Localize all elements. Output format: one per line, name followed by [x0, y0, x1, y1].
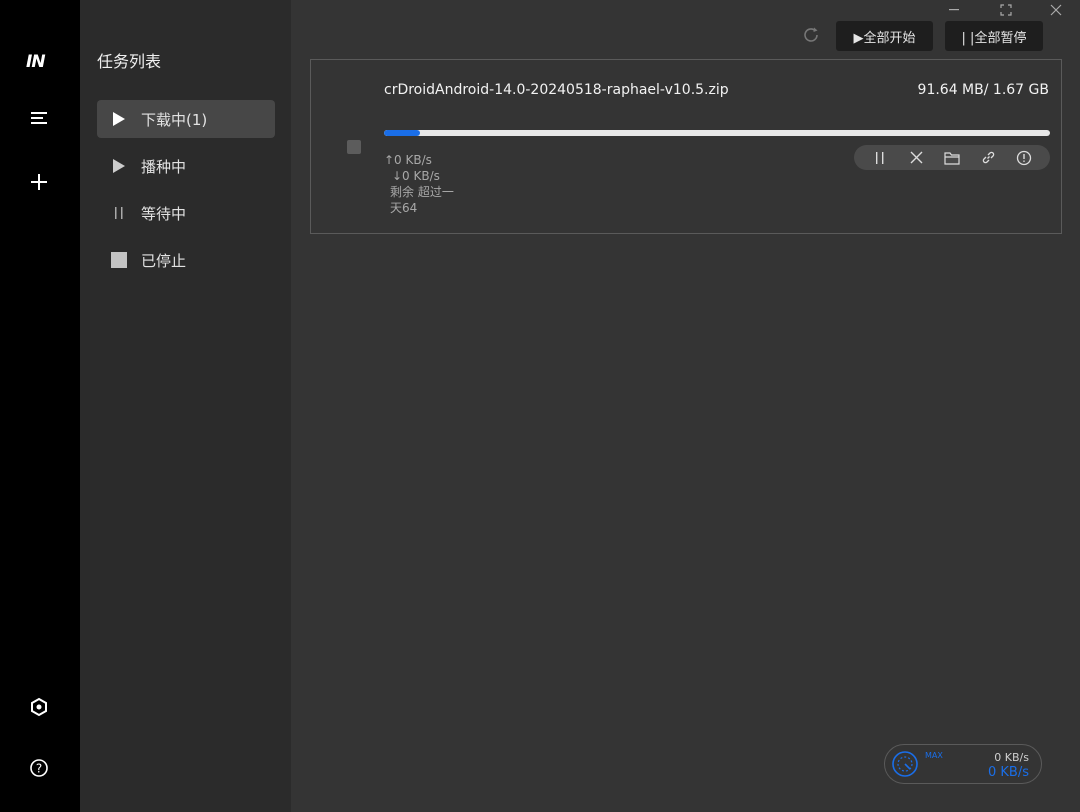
nav-item-stopped[interactable]: 已停止	[97, 241, 275, 279]
upload-speed: ↑0 KB/s	[384, 153, 432, 167]
start-all-button[interactable]: ▶全部开始	[836, 21, 933, 51]
nav-item-seeding[interactable]: 播种中	[97, 147, 275, 185]
panel-title: 任务列表	[97, 52, 162, 71]
remaining-time: 剩余 超过一	[390, 185, 454, 199]
nav-item-label: 下载中(1)	[141, 110, 208, 129]
delete-icon[interactable]	[906, 148, 926, 168]
speed-widget[interactable]: MAX 0 KB/s 0 KB/s	[884, 744, 1042, 784]
plus-icon[interactable]	[28, 171, 50, 193]
minimize-button[interactable]	[940, 0, 968, 20]
pause-all-button[interactable]: | |全部暂停	[945, 21, 1043, 51]
progress-fill	[384, 130, 420, 136]
task-stats: ↑0 KB/s ↓0 KB/s 剩余 超过一 天64	[384, 152, 454, 216]
speedometer-icon	[892, 751, 918, 777]
app-logo: IN	[26, 52, 46, 72]
remaining-time-cont: 天64	[390, 201, 418, 215]
pause-icon[interactable]	[870, 148, 890, 168]
task-size: 91.64 MB/ 1.67 GB	[917, 82, 1049, 98]
total-download-speed: 0 KB/s	[988, 765, 1029, 780]
task-name: crDroidAndroid-14.0-20240518-raphael-v10…	[384, 82, 729, 98]
task-card[interactable]: crDroidAndroid-14.0-20240518-raphael-v10…	[310, 59, 1062, 234]
download-speed: ↓0 KB/s	[392, 169, 440, 183]
menu-icon[interactable]	[28, 107, 50, 129]
max-label: MAX	[925, 751, 943, 760]
nav-item-waiting[interactable]: 等待中	[97, 194, 275, 232]
nav-item-downloading[interactable]: 下载中(1)	[97, 100, 275, 138]
task-list-panel: 任务列表 下载中(1) 播种中 等待中 已停止	[80, 0, 291, 812]
nav-item-label: 已停止	[141, 251, 187, 270]
icon-rail: IN ?	[0, 0, 80, 812]
folder-icon[interactable]	[942, 148, 962, 168]
maximize-button[interactable]	[992, 0, 1020, 20]
pause-icon	[111, 205, 127, 221]
stop-icon	[111, 252, 127, 268]
task-checkbox[interactable]	[347, 140, 361, 154]
task-actions	[854, 145, 1050, 170]
progress-bar	[384, 130, 1050, 136]
settings-icon[interactable]	[28, 696, 50, 718]
play-icon	[111, 111, 127, 127]
help-icon[interactable]: ?	[28, 757, 50, 779]
close-button[interactable]	[1042, 0, 1070, 20]
total-upload-speed: 0 KB/s	[994, 751, 1029, 764]
play-icon	[111, 158, 127, 174]
nav-item-label: 等待中	[141, 204, 187, 223]
svg-text:?: ?	[36, 762, 42, 776]
refresh-icon[interactable]	[800, 24, 822, 46]
nav-item-label: 播种中	[141, 157, 187, 176]
info-icon[interactable]	[1014, 148, 1034, 168]
link-icon[interactable]	[978, 148, 998, 168]
